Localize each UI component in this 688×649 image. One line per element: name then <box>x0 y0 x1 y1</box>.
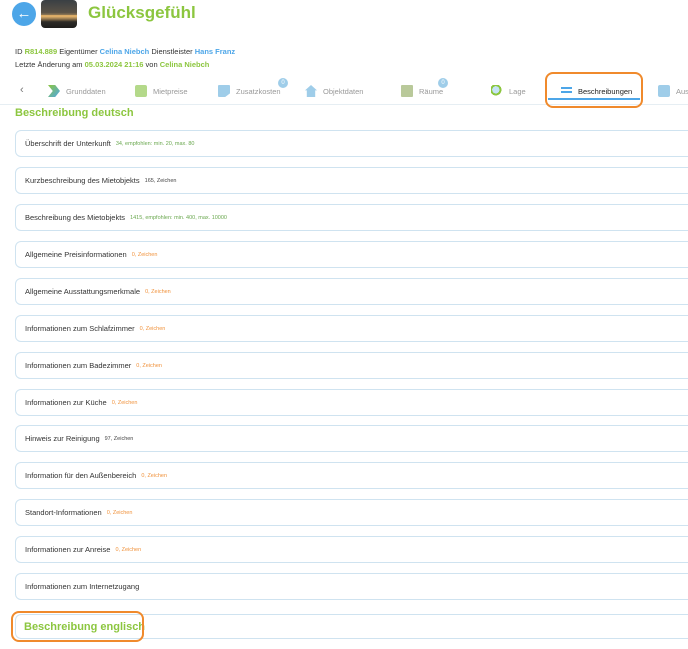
owner-link[interactable]: Celina Niebch <box>100 47 150 56</box>
description-row[interactable]: Informationen zum Schlafzimmer 0, Zeiche… <box>15 315 688 342</box>
tab-label: Zusatzkosten <box>236 86 281 96</box>
by-label: von <box>145 60 158 69</box>
owner-label: Eigentümer <box>59 47 98 56</box>
tab-bar: ‹ Grunddaten Mietpreise Zusatzkosten 0 O… <box>0 77 688 105</box>
tab-label: Lage <box>509 86 526 96</box>
mietpreise-icon <box>135 85 147 97</box>
row-char-count: 0, Zeichen <box>141 472 168 479</box>
page-title: Glücksgefühl <box>88 3 196 22</box>
id-value: R814.889 <box>24 47 58 56</box>
description-row[interactable]: Allgemeine Ausstattungsmerkmale 0, Zeich… <box>15 278 688 305</box>
row-label: Allgemeine Preisinformationen <box>25 250 127 259</box>
row-char-count: 0, Zeichen <box>106 509 133 516</box>
row-label: Kurzbeschreibung des Mietobjekts <box>25 176 140 185</box>
tab-label: Mietpreise <box>153 86 188 96</box>
description-row[interactable]: Informationen zur Anreise 0, Zeichen <box>15 536 688 563</box>
tab-label: Grunddaten <box>66 86 106 96</box>
row-label: Informationen zum Schlafzimmer <box>25 324 135 333</box>
description-row[interactable]: Kurzbeschreibung des Mietobjekts 165, Ze… <box>15 167 688 194</box>
meta-line-changed: Letzte Änderung am 05.03.2024 21:16 von … <box>15 60 209 69</box>
arrow-left-icon[interactable]: ← <box>12 2 36 26</box>
tab-ausstattung[interactable]: Aus <box>658 77 688 105</box>
row-char-count: 0, Zeichen <box>145 288 171 295</box>
tab-divider <box>0 104 688 105</box>
row-char-count: 97, Zeichen <box>104 435 134 442</box>
provider-label: Dienstleister <box>151 47 193 56</box>
row-char-count: 0, Zeichen <box>115 546 142 553</box>
text-lines-icon <box>561 87 572 95</box>
tab-label: Beschreibungen <box>578 86 633 96</box>
house-icon <box>305 85 317 97</box>
row-label: Informationen zum Internetzugang <box>25 582 140 591</box>
row-char-count: 0, Zeichen <box>136 362 162 369</box>
tab-grunddaten[interactable]: Grunddaten <box>48 77 106 105</box>
page-header: ← Glücksgefühl <box>0 0 688 40</box>
description-row[interactable]: Informationen zum Internetzugang <box>15 573 688 600</box>
meta-line-ids: ID R814.889 Eigentümer Celina Niebch Die… <box>15 47 235 56</box>
description-row[interactable]: Beschreibung des Mietobjekts 1415, empfo… <box>15 204 688 231</box>
row-label: Hinweis zur Reinigung <box>25 434 100 443</box>
grunddaten-icon <box>48 85 60 97</box>
row-label: Überschrift der Unterkunft <box>25 139 111 148</box>
tab-label: Aus <box>676 86 688 96</box>
id-label: ID <box>15 47 23 56</box>
description-row[interactable]: Hinweis zur Reinigung 97, Zeichen <box>15 425 688 452</box>
section-title-deutsch: Beschreibung deutsch <box>15 107 134 119</box>
tab-zusatzkosten[interactable]: Zusatzkosten 0 <box>218 77 288 105</box>
ausstattung-icon <box>658 85 670 97</box>
description-row[interactable]: Allgemeine Preisinformationen 0, Zeichen <box>15 241 688 268</box>
row-char-count: 0, Zeichen <box>111 399 138 406</box>
changed-by-link[interactable]: Celina Niebch <box>160 60 210 69</box>
row-label: Informationen zur Küche <box>25 398 107 407</box>
active-tab-indicator <box>548 98 640 100</box>
row-label: Informationen zur Anreise <box>25 545 111 554</box>
zusatzkosten-icon <box>218 85 230 97</box>
row-label: Information für den Außenbereich <box>25 471 137 480</box>
changed-label: Letzte Änderung am <box>15 60 83 69</box>
count-badge: 0 <box>278 78 288 88</box>
description-row[interactable]: Informationen zum Badezimmer 0, Zeichen <box>15 352 688 379</box>
row-char-count: 0, Zeichen <box>139 325 166 332</box>
description-row[interactable]: Überschrift der Unterkunft 34, empfohlen… <box>15 130 688 157</box>
provider-link[interactable]: Hans Franz <box>195 47 235 56</box>
location-icon <box>491 85 503 97</box>
chevron-left-icon[interactable]: ‹ <box>20 84 24 96</box>
row-char-count: 34, empfohlen: min. 20, max. 80 <box>115 140 195 147</box>
row-char-count: 1415, empfohlen: min. 400, max. 10000 <box>130 214 227 221</box>
property-thumbnail <box>41 0 77 28</box>
row-label: Standort-Informationen <box>25 508 102 517</box>
row-char-count: 0, Zeichen <box>131 251 158 258</box>
tab-raeume[interactable]: Räume 0 <box>401 77 448 105</box>
row-label: Beschreibung des Mietobjekts <box>25 213 126 222</box>
rooms-icon <box>401 85 413 97</box>
count-badge: 0 <box>438 78 448 88</box>
row-label: Informationen zum Badezimmer <box>25 361 132 370</box>
row-char-count: 165, Zeichen <box>144 177 177 184</box>
tab-label: Räume <box>419 86 444 96</box>
description-row[interactable]: Informationen zur Küche 0, Zeichen <box>15 389 688 416</box>
description-row[interactable]: Standort-Informationen 0, Zeichen <box>15 499 688 526</box>
tab-lage[interactable]: Lage <box>491 77 526 105</box>
tab-mietpreise[interactable]: Mietpreise <box>135 77 188 105</box>
tab-label: Objektdaten <box>323 86 364 96</box>
description-row[interactable]: Information für den Außenbereich 0, Zeic… <box>15 462 688 489</box>
tab-objektdaten[interactable]: Objektdaten <box>305 77 363 105</box>
row-label: Allgemeine Ausstattungsmerkmale <box>25 287 141 296</box>
section-title-englisch[interactable]: Beschreibung englisch <box>24 621 145 633</box>
tab-beschreibungen[interactable]: Beschreibungen <box>561 77 632 105</box>
changed-value: 05.03.2024 21:16 <box>84 60 144 69</box>
